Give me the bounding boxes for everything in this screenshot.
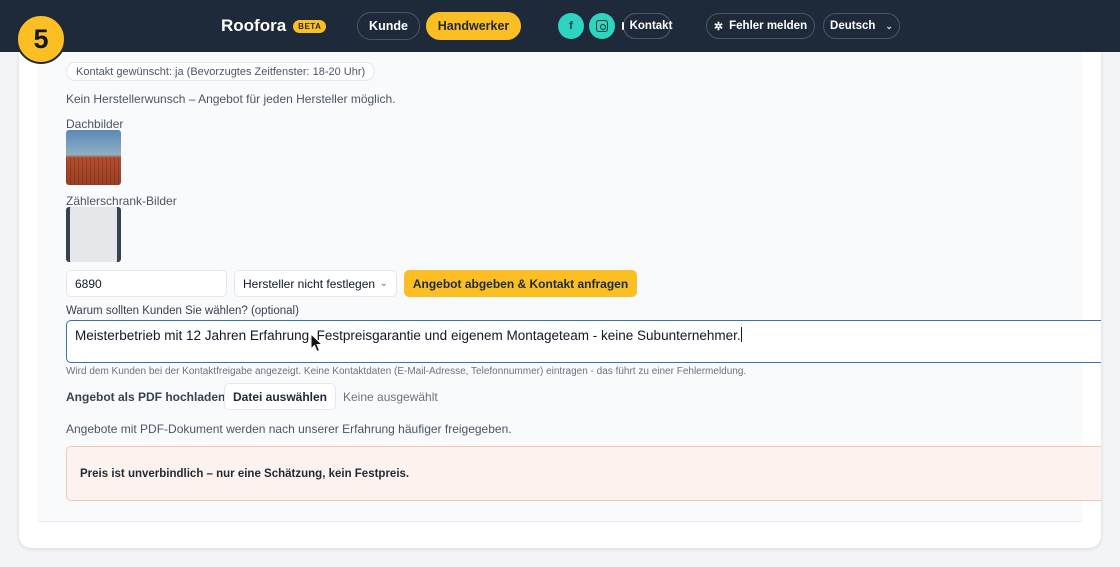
instagram-icon[interactable]: [589, 13, 615, 39]
choose-file-button[interactable]: Datei auswählen: [224, 383, 336, 410]
pdf-note: Angebote mit PDF-Dokument werden nach un…: [66, 422, 512, 436]
roof-image-thumbnail[interactable]: [66, 130, 121, 185]
file-status: Keine ausgewählt: [343, 390, 438, 404]
submit-offer-button[interactable]: Angebot abgeben & Kontakt anfragen: [404, 270, 637, 297]
bug-icon: ✲: [713, 20, 724, 33]
mouse-cursor-icon: [310, 333, 324, 353]
why-choose-textarea[interactable]: Meisterbetrieb mit 12 Jahren Erfahrung, …: [66, 320, 1101, 363]
why-choose-hint: Wird dem Kunden bei der Kontaktfreigabe …: [66, 366, 747, 377]
beta-badge: BETA: [293, 19, 327, 33]
kunde-tab[interactable]: Kunde: [357, 12, 420, 40]
pdf-upload-label: Angebot als PDF hochladen:: [66, 390, 230, 404]
brand-name: Roofora: [221, 16, 287, 35]
contact-preference-chip: Kontakt gewünscht: ja (Bevorzugtes Zeitf…: [66, 62, 376, 81]
language-select[interactable]: Deutsch ⌄: [823, 13, 900, 39]
manufacturer-select[interactable]: Hersteller nicht festlegen ⌄: [234, 270, 397, 297]
language-label: Deutsch: [830, 20, 876, 32]
manufacturer-note: Kein Herstellerwunsch – Angebot für jede…: [66, 92, 396, 106]
meter-images-label: Zählerschrank-Bilder: [66, 194, 177, 208]
why-choose-label: Warum sollten Kunden Sie wählen? (option…: [66, 305, 299, 317]
kontakt-label: Kontakt: [629, 20, 673, 32]
meter-image-thumbnail[interactable]: [66, 207, 121, 262]
fehler-melden-button[interactable]: ✲ Fehler melden: [706, 13, 815, 39]
price-input[interactable]: 6890: [66, 270, 227, 297]
brand-logo[interactable]: Roofora BETA: [221, 16, 327, 36]
price-warning-box: Preis ist unverbindlich – nur eine Schät…: [66, 446, 1101, 501]
offer-panel: Kontakt gewünscht: ja (Bevorzugtes Zeitf…: [38, 52, 1101, 522]
fehler-label: Fehler melden: [729, 20, 808, 32]
manufacturer-select-value: Hersteller nicht festlegen: [243, 276, 376, 291]
facebook-icon[interactable]: f: [558, 13, 584, 39]
chevron-down-icon: ⌄: [379, 278, 388, 289]
handwerker-tab[interactable]: Handwerker: [426, 12, 521, 40]
roof-images-label: Dachbilder: [66, 117, 124, 131]
mail-icon: [621, 22, 624, 30]
chevron-down-icon: ⌄: [885, 20, 893, 31]
kontakt-visible-button[interactable]: Kontakt: [621, 13, 673, 39]
offer-card: Kontakt gewünscht: ja (Bevorzugtes Zeitf…: [19, 52, 1101, 548]
text-caret: [740, 327, 742, 342]
why-choose-text: Meisterbetrieb mit 12 Jahren Erfahrung, …: [75, 328, 741, 343]
step-number-badge: 5: [16, 14, 66, 64]
top-navigation: Roofora BETA Kunde Handwerker f: [0, 0, 1120, 52]
